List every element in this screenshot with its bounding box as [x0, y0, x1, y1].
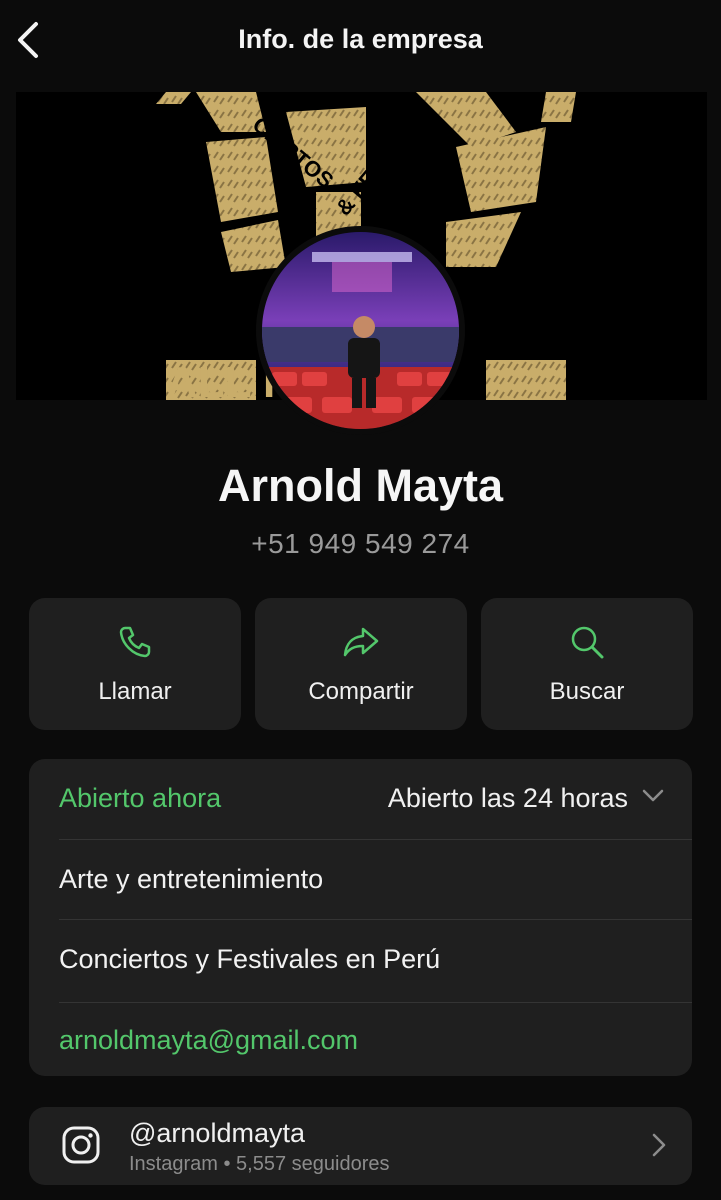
share-label: Compartir: [308, 678, 414, 705]
search-icon: [571, 626, 604, 659]
page-title: Info. de la empresa: [238, 24, 483, 54]
chevron-right-icon: [652, 1133, 666, 1157]
instagram-followers: Instagram • 5,557 seguidores: [129, 1153, 390, 1175]
business-info-card: Abierto ahora Abierto las 24 horas Arte …: [29, 759, 692, 1076]
divider: [59, 919, 692, 920]
search-label: Buscar: [549, 678, 625, 705]
call-label: Llamar: [98, 678, 172, 705]
share-button[interactable]: Compartir: [255, 598, 467, 730]
instagram-icon: [62, 1126, 100, 1164]
divider: [59, 839, 692, 840]
divider: [59, 1002, 692, 1003]
instagram-link-row[interactable]: @arnoldmayta Instagram • 5,557 seguidore…: [29, 1107, 692, 1185]
profile-name: Arnold Mayta: [217, 460, 504, 511]
chevron-down-icon: [642, 789, 664, 802]
category-text: Arte y entretenimiento: [59, 864, 324, 894]
avatar[interactable]: [256, 226, 465, 435]
profile-phone: +51 949 549 274: [251, 528, 470, 559]
instagram-handle: @arnoldmayta: [129, 1118, 305, 1148]
call-button[interactable]: Llamar: [29, 598, 241, 730]
search-button[interactable]: Buscar: [481, 598, 693, 730]
description-text: Conciertos y Festivales en Perú: [59, 944, 441, 974]
phone-icon: [119, 626, 151, 658]
top-bar: Info. de la empresa: [0, 0, 721, 80]
email-link[interactable]: arnoldmayta@gmail.com: [59, 1025, 692, 1056]
share-arrow-icon: [343, 627, 379, 657]
hours-value: Abierto las 24 horas: [387, 783, 628, 813]
